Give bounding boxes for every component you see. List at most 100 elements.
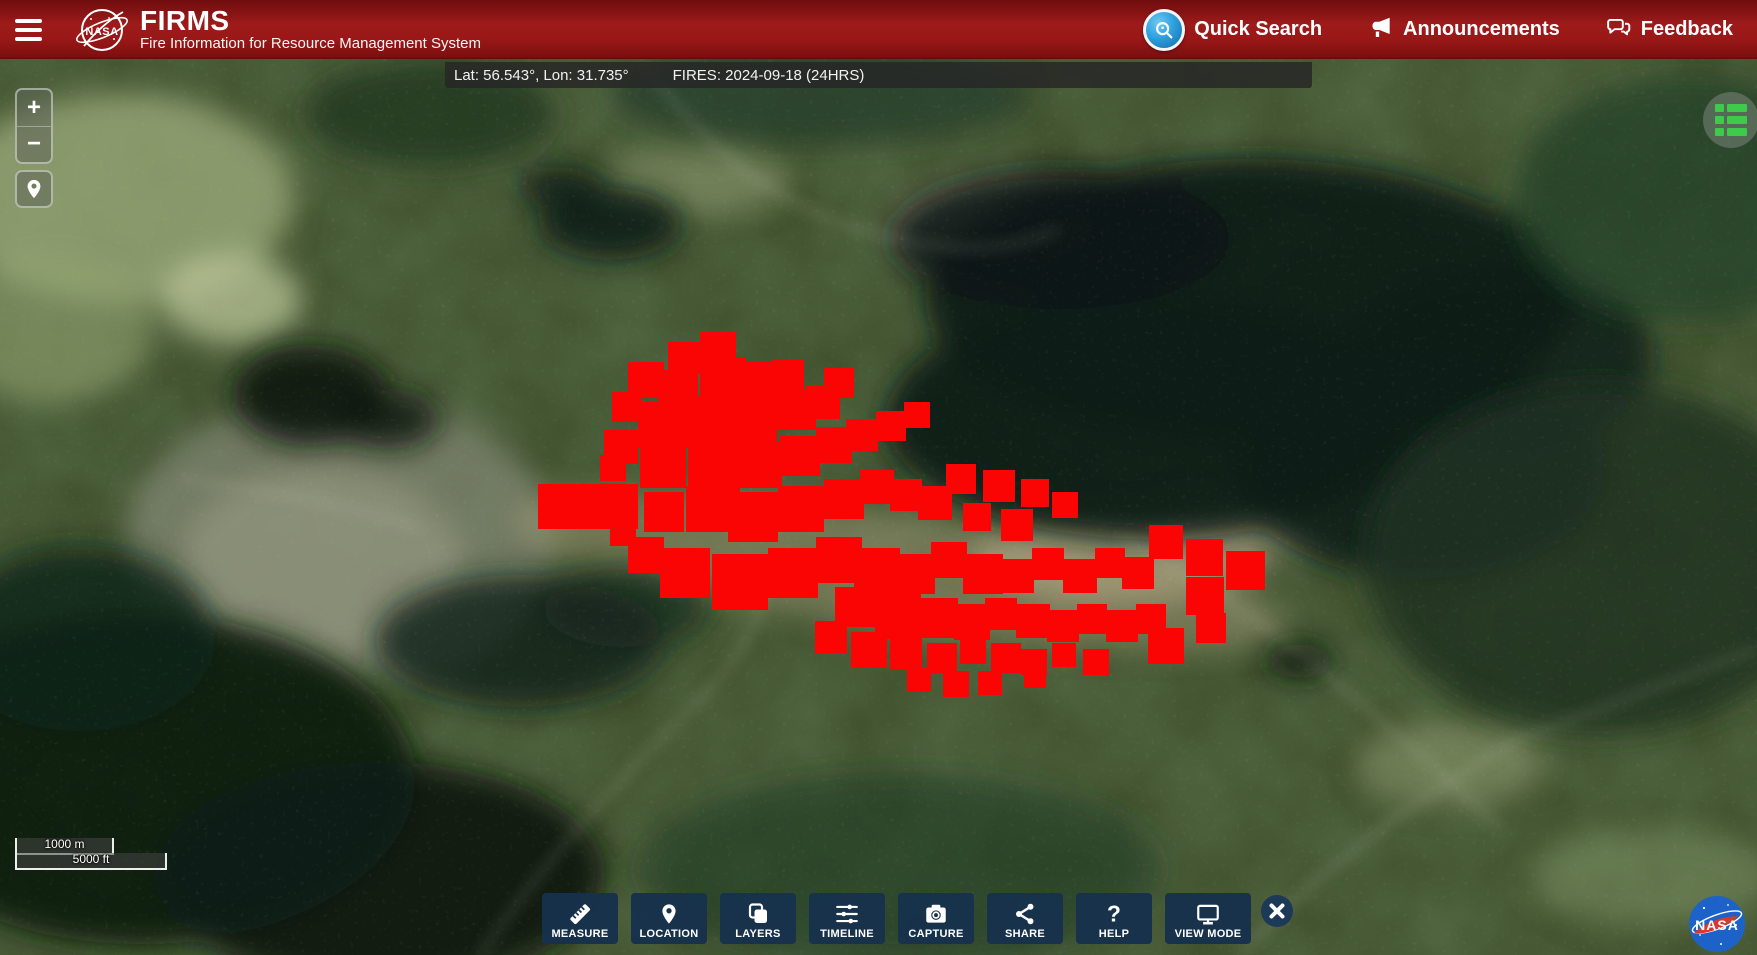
svg-text:?: ? — [1107, 901, 1121, 927]
quick-search-button[interactable]: Quick Search — [1143, 9, 1322, 51]
firms-app: NASA FIRMS Fire Information for Resource… — [0, 0, 1757, 955]
locate-me-button[interactable] — [15, 170, 53, 208]
fire-detection-square[interactable] — [600, 455, 626, 481]
fire-detection-square[interactable] — [890, 638, 922, 670]
fire-detection-square[interactable] — [860, 470, 894, 504]
timeline-button[interactable]: TIMELINE — [809, 893, 885, 944]
fire-detection-square[interactable] — [1047, 610, 1079, 642]
fire-detection-square[interactable] — [740, 362, 776, 398]
fire-detection-square[interactable] — [907, 668, 931, 692]
feedback-button[interactable]: Feedback — [1606, 14, 1733, 46]
fire-detection-square[interactable] — [1032, 548, 1064, 580]
fire-detection-square[interactable] — [640, 442, 686, 488]
fire-detection-square[interactable] — [778, 486, 824, 532]
fire-detection-square[interactable] — [876, 411, 906, 441]
list-view-icon — [1715, 104, 1747, 136]
camera-icon — [923, 900, 949, 927]
fire-detection-square[interactable] — [712, 554, 768, 610]
layers-label: LAYERS — [735, 928, 780, 940]
announcements-label: Announcements — [1403, 18, 1560, 41]
location-pin-icon — [23, 177, 45, 201]
fire-detection-square[interactable] — [1226, 551, 1265, 590]
fire-detection-square[interactable] — [1052, 492, 1078, 518]
list-view-button[interactable] — [1703, 92, 1757, 148]
fire-detection-square[interactable] — [960, 638, 986, 664]
fire-detection-square[interactable] — [1000, 559, 1034, 593]
fire-detection-square[interactable] — [978, 671, 1002, 695]
fire-detection-square[interactable] — [991, 643, 1021, 673]
chat-bubbles-icon — [1606, 14, 1632, 46]
fire-detection-square[interactable] — [731, 396, 777, 442]
fire-detection-square[interactable] — [983, 470, 1015, 502]
fire-detection-square[interactable] — [1106, 610, 1138, 642]
fire-detection-square[interactable] — [772, 360, 804, 392]
fire-detection-square[interactable] — [1024, 666, 1046, 688]
fire-detection-square[interactable] — [985, 598, 1017, 630]
nasa-logo-outline[interactable]: NASA — [76, 6, 128, 54]
location-button[interactable]: LOCATION — [631, 893, 707, 944]
fire-detection-square[interactable] — [963, 503, 991, 531]
fire-detection-square[interactable] — [931, 542, 967, 578]
share-icon — [1013, 900, 1037, 927]
fire-detection-square[interactable] — [824, 368, 854, 398]
fire-detection-square[interactable] — [1122, 557, 1154, 589]
fire-detection-square[interactable] — [895, 554, 935, 594]
fire-detection-square[interactable] — [686, 486, 732, 532]
fire-detection-square[interactable] — [824, 479, 864, 519]
fire-detection-square[interactable] — [946, 464, 976, 494]
fire-detection-square[interactable] — [862, 600, 882, 620]
fire-detection-square[interactable] — [943, 671, 969, 697]
map-scale-bar: 1000 m 5000 ft — [15, 838, 167, 870]
fire-detection-square[interactable] — [1149, 525, 1183, 559]
fire-detection-square[interactable] — [963, 554, 1003, 594]
fire-detection-square[interactable] — [927, 643, 957, 673]
help-button[interactable]: ? HELP — [1076, 893, 1152, 944]
fire-detection-square[interactable] — [815, 621, 847, 653]
fire-detection-square[interactable] — [628, 537, 664, 573]
capture-button[interactable]: CAPTURE — [898, 893, 974, 944]
fire-detection-square[interactable] — [660, 548, 710, 598]
announcements-button[interactable]: Announcements — [1368, 14, 1560, 46]
fire-detection-square[interactable] — [1001, 509, 1033, 541]
fire-detection-square[interactable] — [1186, 539, 1223, 576]
zoom-in-button[interactable]: + — [17, 90, 51, 127]
fire-detection-square[interactable] — [1063, 559, 1097, 593]
fire-detection-square[interactable] — [1016, 604, 1050, 638]
fire-detection-square[interactable] — [736, 442, 782, 488]
fire-detection-square[interactable] — [904, 402, 930, 428]
app-title-block: FIRMS Fire Information for Resource Mana… — [140, 8, 481, 52]
layers-button[interactable]: LAYERS — [720, 893, 796, 944]
fire-detection-square[interactable] — [1196, 613, 1226, 643]
fire-detection-square[interactable] — [1148, 628, 1184, 664]
zoom-out-button[interactable]: − — [17, 127, 51, 163]
satellite-terrain — [0, 59, 1757, 955]
fire-detection-square[interactable] — [728, 492, 778, 542]
close-toolbar-button[interactable] — [1261, 895, 1293, 927]
fire-detection-square[interactable] — [1052, 643, 1076, 667]
status-bar: Lat: 56.543°, Lon: 31.735° FIRES: 2024-0… — [445, 62, 1312, 88]
measure-button[interactable]: MEASURE — [542, 893, 618, 944]
view-mode-button[interactable]: VIEW MODE — [1165, 893, 1251, 944]
share-button[interactable]: SHARE — [987, 893, 1063, 944]
fire-detection-square[interactable] — [918, 598, 958, 638]
map-canvas[interactable]: Lat: 56.543°, Lon: 31.735° FIRES: 2024-0… — [0, 59, 1757, 955]
svg-text:NASA: NASA — [85, 26, 118, 38]
fire-detection-square[interactable] — [851, 632, 887, 668]
pin-icon — [658, 900, 680, 927]
close-icon — [1268, 902, 1286, 920]
quick-search-label: Quick Search — [1194, 18, 1322, 41]
fire-detection-square[interactable] — [1186, 577, 1224, 615]
app-header: NASA FIRMS Fire Information for Resource… — [0, 0, 1757, 59]
fire-detection-square[interactable] — [1095, 548, 1125, 578]
fire-detection-square[interactable] — [768, 548, 818, 598]
fire-detection-square[interactable] — [780, 436, 820, 476]
search-icon — [1143, 9, 1185, 51]
fire-detection-square[interactable] — [1077, 604, 1107, 634]
fire-detection-square[interactable] — [846, 419, 878, 451]
fire-detection-square[interactable] — [644, 492, 684, 532]
fire-detection-square[interactable] — [1083, 649, 1109, 675]
fire-detection-square[interactable] — [1021, 479, 1049, 507]
fire-detection-square[interactable] — [684, 396, 736, 448]
menu-hamburger-icon[interactable] — [15, 19, 42, 41]
header-nav: Quick Search Announcements — [1143, 9, 1733, 51]
